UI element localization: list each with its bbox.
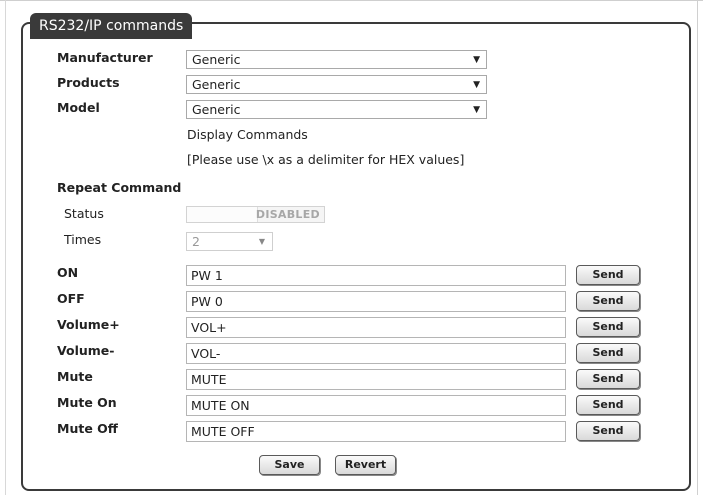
- send-button-mute[interactable]: Send: [576, 369, 640, 389]
- command-label-volume-down: Volume-: [57, 343, 115, 358]
- chevron-down-icon: ▼: [473, 80, 480, 90]
- products-select[interactable]: Generic ▼: [186, 75, 487, 94]
- model-select[interactable]: Generic ▼: [186, 100, 487, 119]
- products-label: Products: [57, 75, 120, 90]
- frame-left-edge: [5, 0, 6, 495]
- command-label-volume-up: Volume+: [57, 317, 120, 332]
- chevron-down-icon: ▼: [473, 105, 480, 115]
- status-label: Status: [64, 206, 104, 221]
- times-select[interactable]: 2 ▼: [186, 232, 273, 251]
- command-label-mute: Mute: [57, 369, 93, 384]
- send-button-on[interactable]: Send: [576, 265, 640, 285]
- command-input-mute-on[interactable]: [186, 395, 566, 416]
- command-input-volume-down[interactable]: [186, 343, 566, 364]
- toggle-state-text: DISABLED: [255, 208, 320, 221]
- send-button-volume-down[interactable]: Send: [576, 343, 640, 363]
- hex-delimiter-note: [Please use \x as a delimiter for HEX va…: [187, 152, 465, 167]
- toggle-knob: [187, 207, 258, 222]
- command-input-on[interactable]: [186, 265, 566, 286]
- command-label-off: OFF: [57, 291, 85, 306]
- revert-button[interactable]: Revert: [335, 455, 396, 475]
- send-button-off[interactable]: Send: [576, 291, 640, 311]
- send-button-mute-on[interactable]: Send: [576, 395, 640, 415]
- repeat-status-toggle[interactable]: DISABLED: [186, 206, 325, 223]
- manufacturer-select[interactable]: Generic ▼: [186, 50, 487, 69]
- times-label: Times: [64, 232, 102, 247]
- chevron-down-icon: ▼: [473, 55, 480, 65]
- command-input-mute-off[interactable]: [186, 421, 566, 442]
- display-commands-text: Display Commands: [187, 127, 308, 142]
- model-label: Model: [57, 100, 100, 115]
- command-input-mute[interactable]: [186, 369, 566, 390]
- command-label-on: ON: [57, 265, 79, 280]
- send-button-volume-up[interactable]: Send: [576, 317, 640, 337]
- model-value: Generic: [192, 102, 241, 117]
- frame-right-edge: [697, 0, 698, 495]
- command-input-volume-up[interactable]: [186, 317, 566, 338]
- products-value: Generic: [192, 77, 241, 92]
- repeat-command-heading: Repeat Command: [57, 180, 182, 195]
- frame-top-edge: [0, 0, 703, 1]
- panel-title: RS232/IP commands: [30, 13, 193, 39]
- command-label-mute-on: Mute On: [57, 395, 117, 410]
- save-button[interactable]: Save: [259, 455, 320, 475]
- manufacturer-label: Manufacturer: [57, 50, 153, 65]
- chevron-down-icon: ▼: [258, 237, 265, 246]
- manufacturer-value: Generic: [192, 52, 241, 67]
- command-input-off[interactable]: [186, 291, 566, 312]
- command-label-mute-off: Mute Off: [57, 421, 118, 436]
- times-value: 2: [192, 234, 200, 249]
- send-button-mute-off[interactable]: Send: [576, 421, 640, 441]
